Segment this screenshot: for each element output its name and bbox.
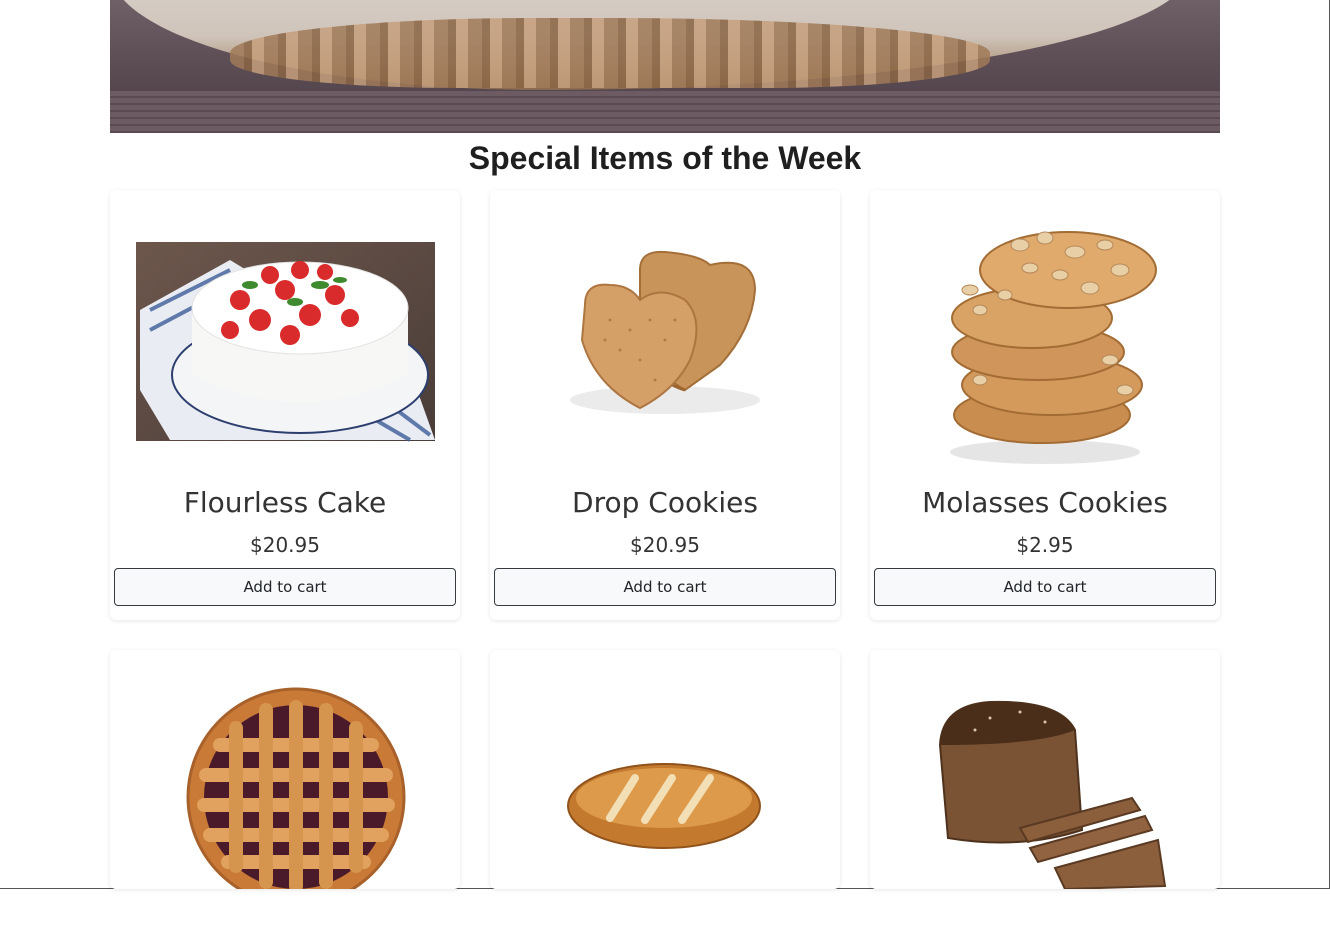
product-image-rye-bread[interactable] [870,650,1220,940]
product-image-flourless-cake[interactable] [110,190,460,480]
product-image-drop-cookies[interactable] [490,190,840,480]
product-card-molasses-cookies: Molasses Cookies $2.95 Add to cart [870,190,1220,620]
section-title: Special Items of the Week [468,140,862,176]
product-price: $2.95 [1016,533,1074,557]
product-image-molasses-cookies[interactable] [870,190,1220,480]
product-card-drop-cookies: Drop Cookies $20.95 Add to cart [490,190,840,620]
hero-banner-image [110,0,1220,133]
product-image-pie[interactable] [110,650,460,940]
product-price: $20.95 [630,533,700,557]
add-to-cart-button[interactable]: Add to cart [494,568,836,606]
product-card-flourless-cake: Flourless Cake $20.95 Add to cart [110,190,460,620]
product-name: Molasses Cookies [922,486,1168,519]
add-to-cart-button[interactable]: Add to cart [874,568,1216,606]
product-name: Drop Cookies [572,486,758,519]
product-name: Flourless Cake [183,486,387,519]
add-to-cart-button[interactable]: Add to cart [114,568,456,606]
product-card-pie [110,650,460,889]
product-card-bread-loaf [490,650,840,889]
product-card-rye-bread [870,650,1220,889]
product-price: $20.95 [250,533,320,557]
product-image-bread-loaf[interactable] [490,650,840,940]
